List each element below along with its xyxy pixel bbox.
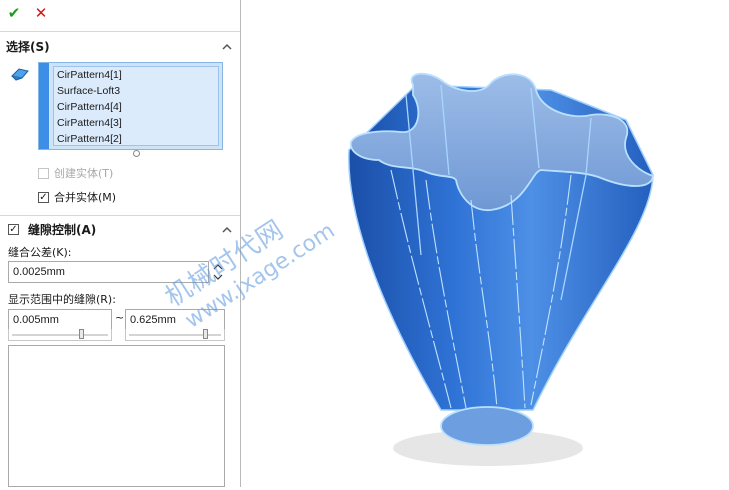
list-item[interactable]: CirPattern4[1] [54,67,218,83]
chevron-up-icon [222,226,232,233]
list-item[interactable]: Surface-Loft3 [54,83,218,99]
collapse-gap-control-chevron-icon[interactable] [221,224,233,236]
panel-toolbar: ✔ ✕ [0,0,240,28]
vase-surface-model[interactable] [241,0,729,487]
gap-list-box[interactable] [8,345,225,487]
tolerance-spinner[interactable] [212,261,224,283]
gap-range-label: 显示范围中的缝隙(R): [8,293,116,306]
cancel-button[interactable]: ✕ [32,4,50,22]
range-separator: ~ [115,311,125,324]
gap-range-max-slider[interactable] [125,329,225,341]
ok-button[interactable]: ✔ [5,4,23,22]
list-item[interactable]: CirPattern4[3] [54,115,218,131]
checkmark-icon: ✔ [7,4,21,22]
divider [0,215,240,216]
list-resize-handle[interactable] [133,150,140,157]
gap-range-min-slider[interactable] [8,329,112,341]
gap-range-max-field[interactable]: 0.625mm [125,309,225,331]
base-opening [440,406,534,446]
spinner-arrows-icon [213,264,223,280]
selection-list-accent [39,63,49,149]
gap-control-section-title[interactable]: 缝隙控制(A) [28,221,96,239]
tolerance-field[interactable]: 0.0025mm [8,261,209,283]
surface-body-icon [10,66,30,82]
selection-list-items: CirPattern4[1] Surface-Loft3 CirPattern4… [53,66,219,146]
create-solid-checkbox[interactable] [38,168,49,179]
gap-range-min-field[interactable]: 0.005mm [8,309,112,331]
property-manager-panel: ✔ ✕ 选择(S) CirPattern4[1] Surface-Loft3 C… [0,0,241,487]
list-item[interactable]: CirPattern4[4] [54,99,218,115]
divider [0,31,240,32]
tolerance-label: 缝合公差(K): [8,246,72,259]
create-solid-label: 创建实体(T) [54,167,114,180]
collapse-selection-chevron-icon[interactable] [221,41,233,53]
selection-listbox[interactable]: CirPattern4[1] Surface-Loft3 CirPattern4… [38,62,223,150]
merge-entities-label: 合并实体(M) [54,191,117,204]
list-item[interactable]: CirPattern4[2] [54,131,218,147]
slider-thumb[interactable] [203,329,208,339]
gap-control-checkbox[interactable]: ✓ [8,224,19,235]
graphics-viewport[interactable] [241,0,729,487]
slider-track [12,334,108,336]
close-icon: ✕ [34,4,48,22]
selection-section-title[interactable]: 选择(S) [6,38,50,56]
slider-thumb[interactable] [79,329,84,339]
merge-entities-checkbox[interactable]: ✓ [38,192,49,203]
chevron-up-icon [222,43,232,50]
